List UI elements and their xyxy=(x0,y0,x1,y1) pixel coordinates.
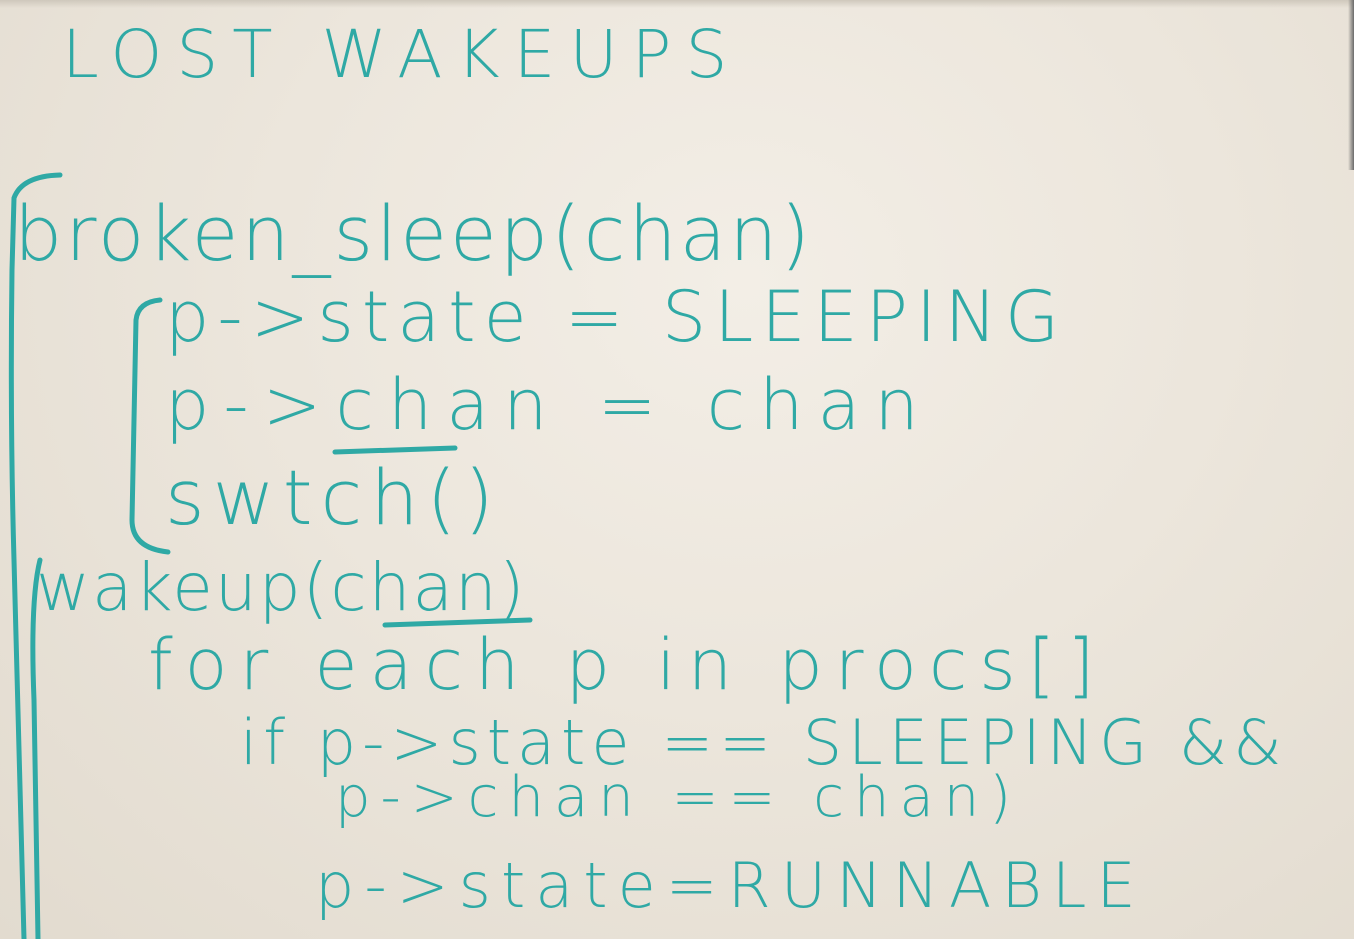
board-title: LOST WAKEUPS xyxy=(62,16,742,93)
whiteboard-right-edge xyxy=(1348,0,1354,170)
sleep-body-bracket xyxy=(129,297,171,555)
code-line-set-state-sleeping: p->state = SLEEPING xyxy=(165,276,1068,358)
code-line-set-runnable: p->state=RUNNABLE xyxy=(315,849,1146,922)
code-line-for-each: for each p in procs[] xyxy=(148,624,1107,706)
whiteboard-top-edge xyxy=(0,0,1354,8)
code-line-swtch: swtch() xyxy=(165,453,502,542)
code-line-if-chan: p->chan == chan) xyxy=(335,765,1022,830)
code-line-set-chan: p->chan = chan xyxy=(165,364,933,446)
whiteboard: LOST WAKEUPS broken_sleep(chan) p->state… xyxy=(0,0,1354,939)
code-line-wakeup: wakeup(chan) xyxy=(36,549,527,626)
code-line-broken-sleep: broken_sleep(chan) xyxy=(14,189,814,278)
chan-underline xyxy=(332,445,458,455)
